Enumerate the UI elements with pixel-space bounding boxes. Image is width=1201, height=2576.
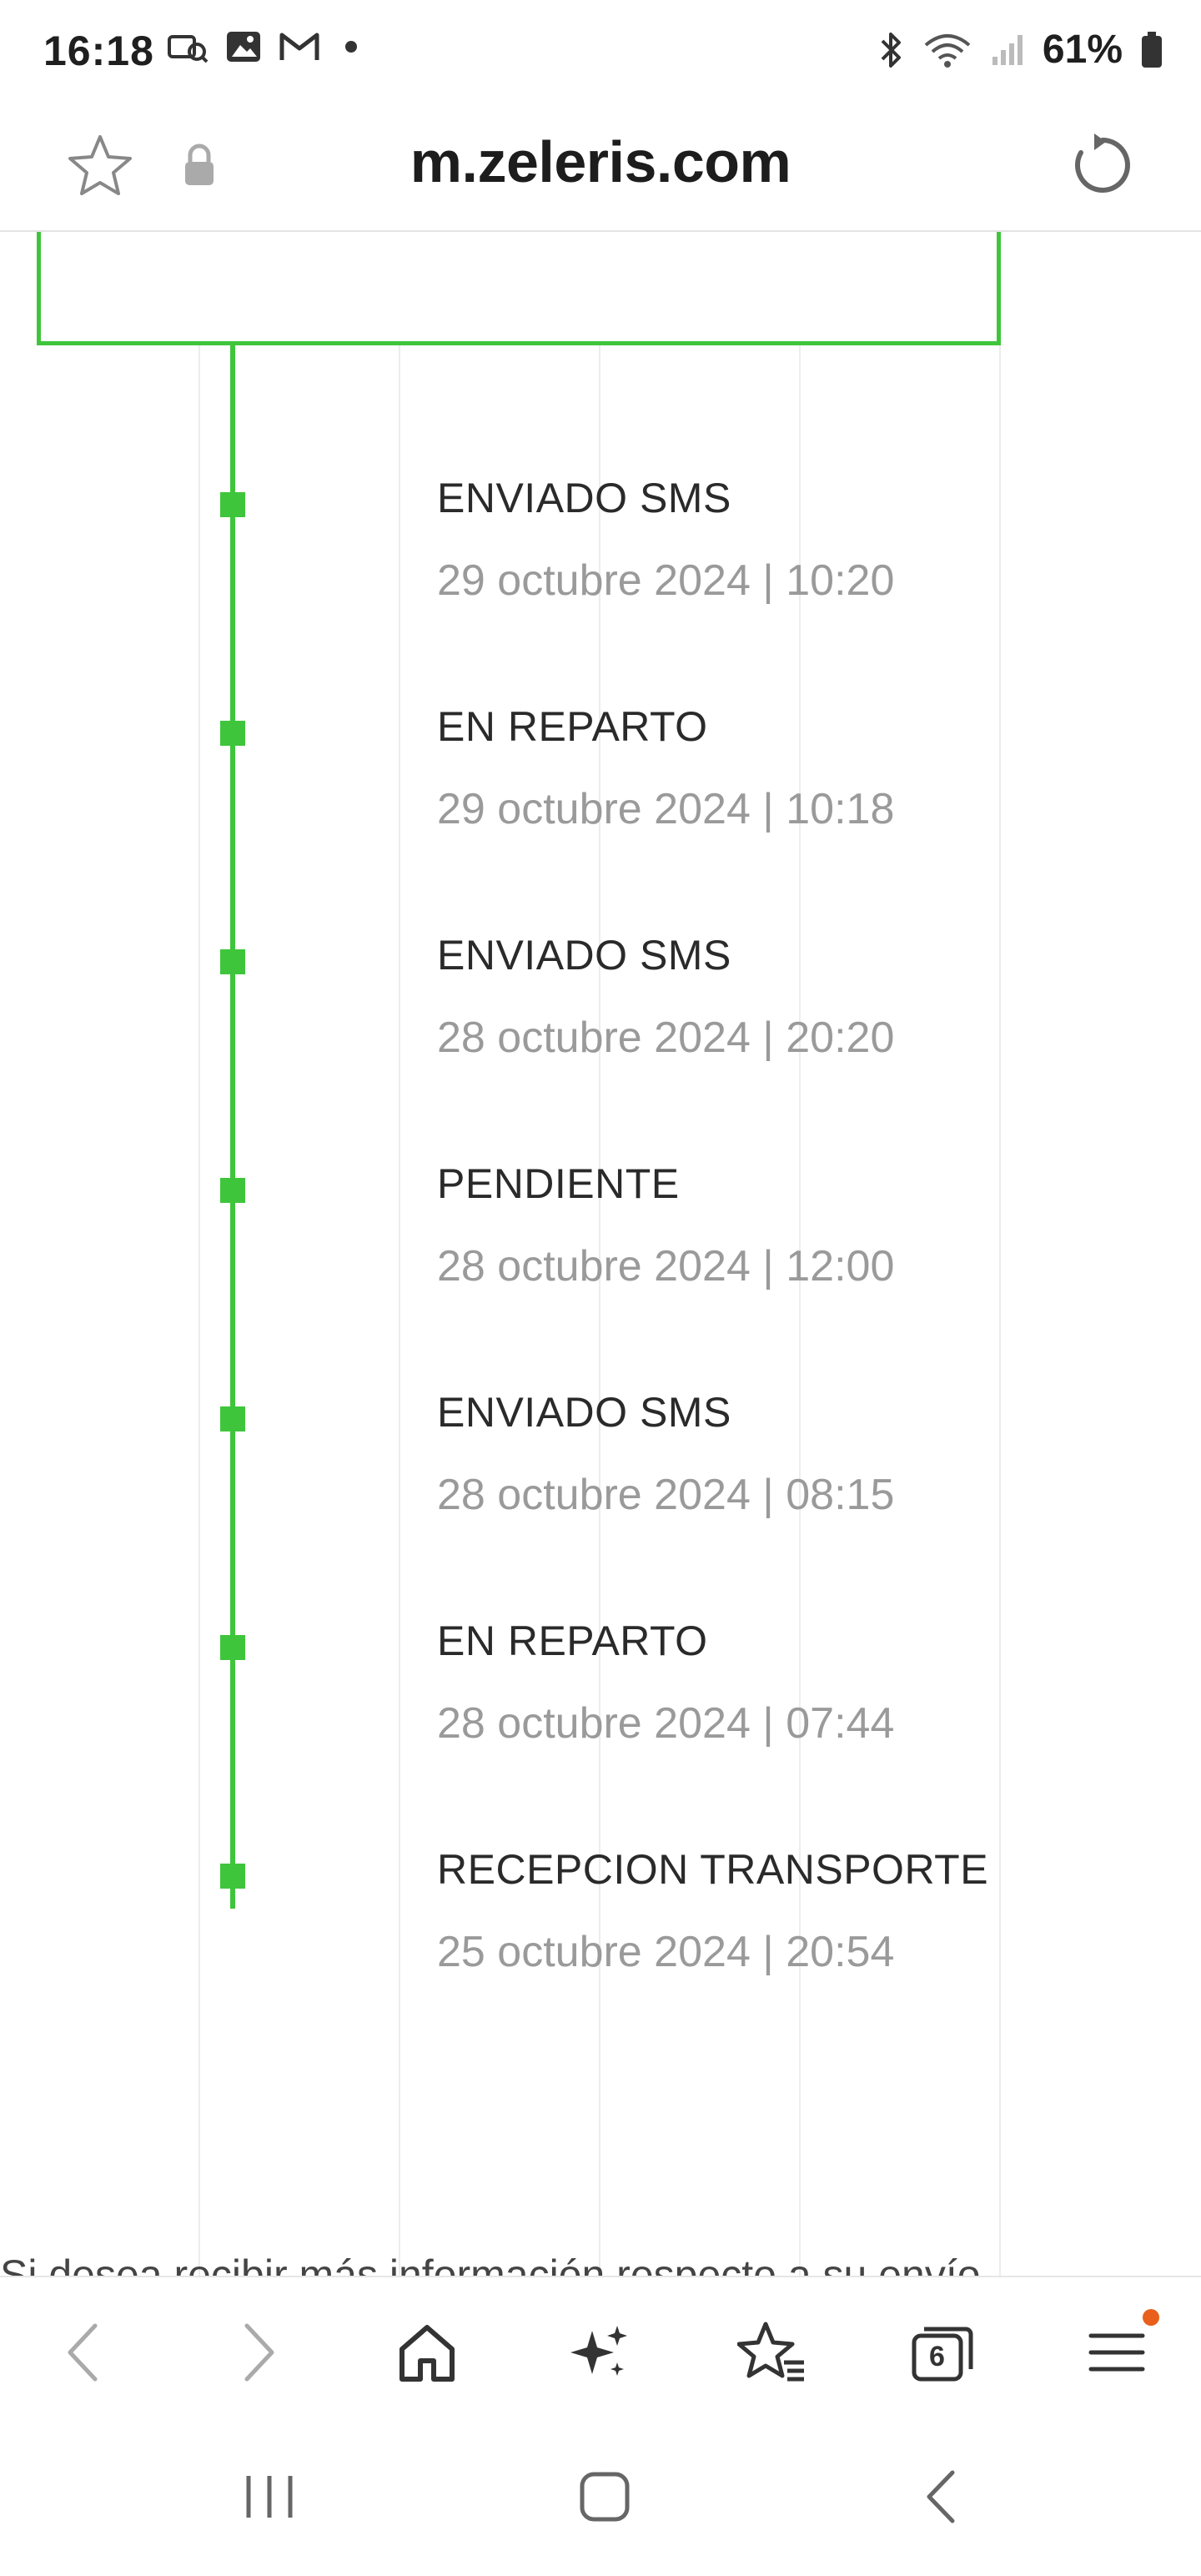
status-time: 16:18 [43, 28, 154, 74]
event-date: 28 octubre 2024 | 20:20 [437, 1014, 895, 1062]
timeline-event: ENVIADO SMS 28 octubre 2024 | 08:15 [0, 1389, 1201, 1607]
timeline-event: RECEPCION TRANSPORTE 25 octubre 2024 | 2… [0, 1846, 1201, 2064]
bluetooth-icon [881, 32, 901, 68]
menu-notification-dot [1143, 2309, 1159, 2326]
battery-percentage: 61% [1042, 28, 1123, 72]
timeline-marker [220, 1635, 245, 1660]
event-status: ENVIADO SMS [437, 475, 731, 521]
timeline-marker [220, 492, 245, 517]
reload-icon[interactable] [1069, 132, 1136, 199]
event-date: 29 octubre 2024 | 10:18 [437, 785, 895, 833]
event-date: 29 octubre 2024 | 10:20 [437, 556, 895, 605]
bookmarks-icon[interactable] [737, 2319, 807, 2386]
battery-icon [1142, 31, 1162, 68]
event-date: 28 octubre 2024 | 07:44 [437, 1699, 895, 1748]
timeline-event: PENDIENTE 28 octubre 2024 | 12:00 [0, 1160, 1201, 1378]
event-date: 28 octubre 2024 | 12:00 [437, 1242, 895, 1291]
gmail-icon [279, 33, 319, 60]
tracking-content: ENVIADO SMS 29 octubre 2024 | 10:20 EN R… [0, 232, 1201, 2276]
event-status: EN REPARTO [437, 703, 708, 750]
event-status: ENVIADO SMS [437, 1389, 731, 1436]
timeline-event: EN REPARTO 29 octubre 2024 | 10:18 [0, 703, 1201, 921]
back-icon[interactable] [58, 2319, 108, 2386]
footer-info-text: Si desea recibir más información respect… [0, 2251, 981, 2276]
forward-icon[interactable] [234, 2319, 284, 2386]
system-back-icon[interactable] [917, 2468, 967, 2526]
event-date: 28 octubre 2024 | 08:15 [437, 1471, 895, 1519]
timeline-marker [220, 949, 245, 974]
ai-sparkle-icon[interactable] [567, 2319, 634, 2386]
wifi-icon [924, 33, 971, 68]
browser-bottom-toolbar: 6 [0, 2276, 1201, 2419]
tabs-button[interactable]: 6 [909, 2319, 976, 2386]
timeline-event: ENVIADO SMS 28 octubre 2024 | 20:20 [0, 932, 1201, 1150]
recent-apps-icon[interactable] [240, 2468, 299, 2526]
status-notification-icons [167, 30, 357, 63]
event-status: ENVIADO SMS [437, 932, 731, 979]
tab-count: 6 [929, 2341, 945, 2372]
timeline-event: EN REPARTO 28 octubre 2024 | 07:44 [0, 1618, 1201, 1835]
timeline-event: ENVIADO SMS 29 octubre 2024 | 10:20 [0, 475, 1201, 692]
signal-icon [992, 34, 1023, 65]
timeline-marker [220, 721, 245, 746]
event-status: PENDIENTE [437, 1160, 680, 1207]
lens-icon [168, 35, 209, 63]
home-icon[interactable] [394, 2319, 460, 2386]
system-navigation-bar [0, 2418, 1201, 2576]
tracking-summary-box [37, 232, 1001, 345]
home-screen-icon[interactable] [575, 2468, 634, 2526]
event-status: RECEPCION TRANSPORTE [437, 1846, 989, 1893]
event-status: EN REPARTO [437, 1618, 708, 1664]
status-system-icons: 61% [879, 27, 1163, 73]
browser-address-bar: m.zeleris.com [0, 108, 1201, 232]
menu-icon[interactable] [1084, 2319, 1151, 2386]
timeline-marker [220, 1406, 245, 1431]
status-bar: 16:18 61% [0, 0, 1201, 108]
timeline-marker [220, 1178, 245, 1203]
timeline-marker [220, 1864, 245, 1889]
url-text[interactable]: m.zeleris.com [0, 128, 1201, 195]
event-date: 25 octubre 2024 | 20:54 [437, 1928, 895, 1976]
dot-icon [345, 41, 357, 53]
image-icon [227, 32, 260, 62]
